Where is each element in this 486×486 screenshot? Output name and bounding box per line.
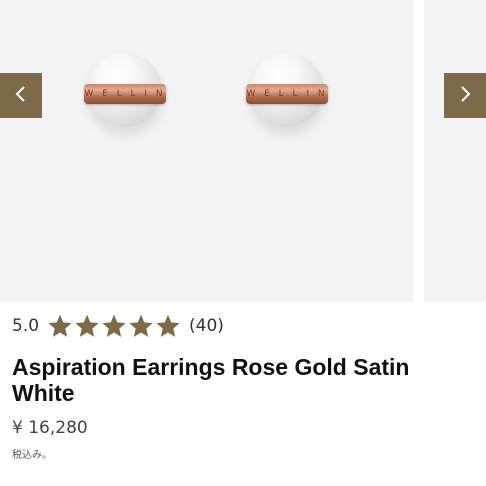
rose-gold-band: W E L L I N	[246, 84, 328, 104]
previous-image-button[interactable]	[0, 73, 42, 118]
earring-right: W E L L I N	[246, 53, 330, 137]
product-image-gallery: W E L L I N W E L L I N	[0, 0, 486, 302]
chevron-right-icon	[458, 85, 472, 107]
rating-value: 5.0	[12, 316, 40, 336]
next-image-button[interactable]	[444, 73, 486, 118]
star-icon	[128, 313, 154, 339]
earring-left: W E L L I N	[84, 53, 168, 137]
product-title: Aspiration Earrings Rose Gold Satin Whit…	[12, 354, 410, 406]
star-icon	[74, 313, 100, 339]
rose-gold-band: W E L L I N	[84, 84, 166, 104]
product-price: ¥ 16,280	[12, 418, 88, 438]
product-image[interactable]: W E L L I N W E L L I N	[0, 0, 413, 302]
review-count: (40)	[189, 316, 224, 336]
tax-note: 税込み。	[12, 450, 52, 461]
next-product-image[interactable]	[424, 0, 486, 302]
product-page: W E L L I N W E L L I N 5.0 (40) Aspirat…	[0, 0, 486, 486]
star-icon	[101, 313, 127, 339]
chevron-left-icon	[14, 85, 28, 107]
rating-stars	[47, 313, 181, 339]
rating-summary[interactable]: 5.0 (40)	[12, 312, 224, 340]
star-icon	[155, 313, 181, 339]
star-icon	[47, 313, 73, 339]
